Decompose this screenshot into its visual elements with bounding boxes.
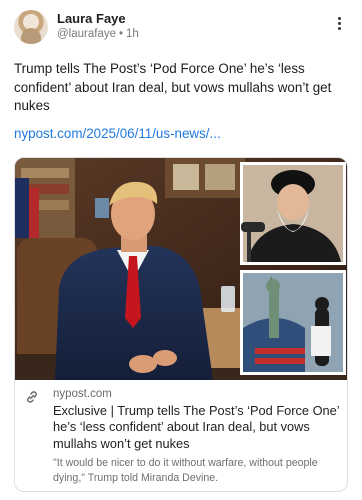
author-handle[interactable]: @laurafaye bbox=[57, 28, 116, 40]
avatar[interactable] bbox=[14, 10, 48, 44]
meta-separator: • bbox=[118, 28, 124, 40]
link-icon bbox=[27, 391, 37, 403]
author-meta: @laurafaye • 1h bbox=[57, 28, 139, 40]
post-time[interactable]: 1h bbox=[126, 28, 139, 40]
post-link[interactable]: nypost.com/2025/06/11/us-news/... bbox=[14, 126, 221, 141]
card-footer[interactable]: nypost.com Exclusive | Trump tells The P… bbox=[15, 380, 347, 491]
card-title[interactable]: Exclusive | Trump tells The Post’s ‘Pod … bbox=[53, 403, 341, 452]
more-options-icon[interactable] bbox=[332, 16, 348, 32]
author-name[interactable]: Laura Faye bbox=[57, 11, 126, 26]
card-domain: nypost.com bbox=[53, 388, 112, 400]
link-preview-card[interactable]: nypost.com Exclusive | Trump tells The P… bbox=[14, 157, 348, 492]
post-text: Trump tells The Post’s ‘Pod Force One’ h… bbox=[14, 61, 332, 113]
preview-image[interactable] bbox=[15, 158, 347, 380]
card-description: "It would be nicer to do it without warf… bbox=[53, 457, 318, 484]
post-header: Laura Faye @laurafaye • 1h bbox=[14, 10, 348, 50]
